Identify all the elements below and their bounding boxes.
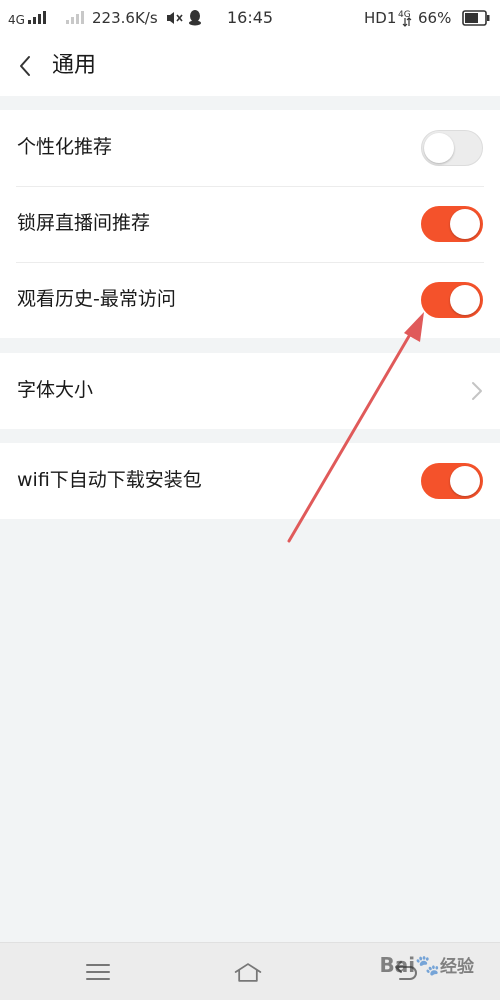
battery-percent: 66% <box>418 9 452 27</box>
back-arrow-icon[interactable] <box>14 52 38 80</box>
settings-group-recommend: 个性化推荐 锁屏直播间推荐 观看历史-最常访问 <box>0 110 500 338</box>
qq-icon <box>189 10 201 26</box>
settings-group-download: wifi下自动下载安装包 <box>0 443 500 519</box>
hd-indicator: HD1 <box>364 9 397 27</box>
signal-icon-secondary <box>66 11 84 24</box>
chevron-right-icon <box>472 382 482 400</box>
setting-row-lockscreen[interactable]: 锁屏直播间推荐 <box>0 186 500 262</box>
signal-icon <box>28 11 46 24</box>
setting-label: 观看历史-最常访问 <box>17 288 176 310</box>
setting-label: 字体大小 <box>17 379 94 401</box>
setting-row-wifi-download[interactable]: wifi下自动下载安装包 <box>0 443 500 519</box>
settings-group-font: 字体大小 <box>0 353 500 429</box>
toggle-knob <box>450 285 480 315</box>
battery-icon <box>462 10 490 26</box>
watermark-suffix: 经验 <box>440 957 474 977</box>
page-title: 通用 <box>52 53 97 78</box>
setting-row-font-size[interactable]: 字体大小 <box>0 353 500 429</box>
clock: 16:45 <box>227 8 274 27</box>
setting-row-history[interactable]: 观看历史-最常访问 <box>0 262 500 338</box>
toggle-knob <box>424 133 454 163</box>
history-frequent-toggle[interactable] <box>421 282 483 318</box>
wifi-download-toggle[interactable] <box>421 463 483 499</box>
home-icon[interactable] <box>233 957 263 987</box>
watermark-brand: Bai <box>379 953 416 977</box>
personalized-recommend-toggle[interactable] <box>421 130 483 166</box>
setting-row-personalized[interactable]: 个性化推荐 <box>0 110 500 186</box>
menu-icon[interactable] <box>83 957 113 987</box>
paw-icon: 🐾 <box>415 953 440 977</box>
network-type-left: 4G <box>8 13 25 27</box>
data-activity-icon <box>402 17 412 27</box>
toggle-knob <box>450 466 480 496</box>
status-bar: 4G 223.6K/s 16:45 HD1 4G 66% <box>0 0 500 36</box>
top-bar: 通用 <box>0 36 500 96</box>
lockscreen-recommend-toggle[interactable] <box>421 206 483 242</box>
toggle-knob <box>450 209 480 239</box>
setting-label: 个性化推荐 <box>17 136 113 158</box>
watermark: Bai🐾经验 <box>379 952 474 977</box>
setting-label: wifi下自动下载安装包 <box>17 469 202 491</box>
network-speed: 223.6K/s <box>92 9 158 27</box>
setting-label: 锁屏直播间推荐 <box>17 212 151 234</box>
mute-icon <box>167 12 183 24</box>
